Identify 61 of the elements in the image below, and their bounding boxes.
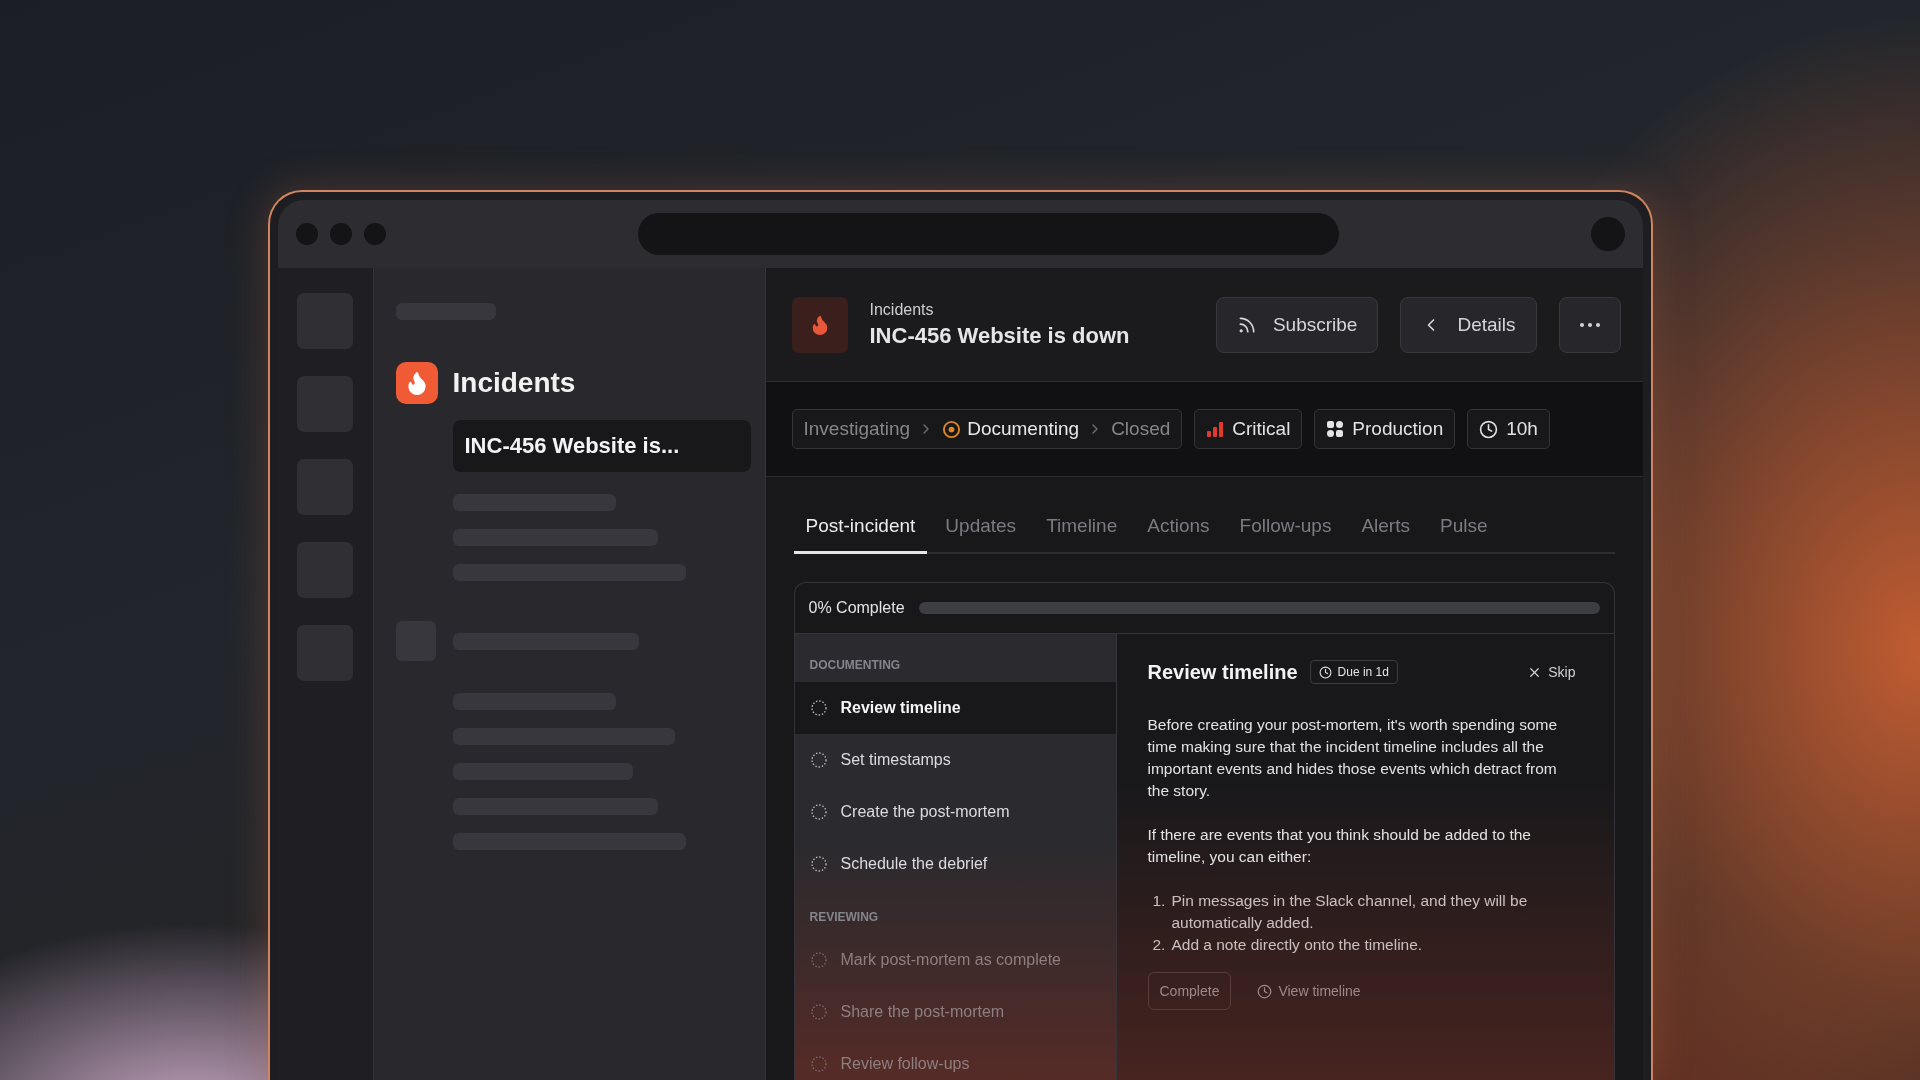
window-dot[interactable] <box>363 223 386 245</box>
stage-label: Investigating <box>803 418 911 440</box>
tab[interactable]: Updates <box>933 505 1029 554</box>
dotted-circle-icon <box>810 1056 827 1072</box>
stage-label: Documenting <box>942 418 1080 440</box>
flame-logo <box>395 362 438 404</box>
task-description: Before creating your post-mortem, it's worth spending some time making sure that the incident timeline includes all the important events and hides those events which detract from the story. <box>1147 715 1559 801</box>
breadcrumb[interactable]: Incidents <box>869 300 1194 319</box>
group-heading: DOCUMENTING <box>808 658 902 674</box>
checklist-item[interactable]: Create the post-mortem <box>794 786 1116 838</box>
clock-icon <box>1257 983 1273 999</box>
complete-button[interactable]: Complete <box>1147 972 1232 1010</box>
checklist-item[interactable]: Set timestamps <box>794 734 1116 786</box>
step-number: 2. <box>1152 935 1166 955</box>
progress-label: 0% Complete <box>808 599 905 617</box>
sidebar-item[interactable]: INC-456 Website is... <box>452 420 751 472</box>
duration-chip[interactable]: 10h <box>1467 409 1550 449</box>
tab[interactable]: Pulse <box>1428 505 1500 554</box>
sidebar-title: Incidents <box>452 367 576 399</box>
clock-icon <box>1479 419 1499 439</box>
stage-label: Closed <box>1111 418 1171 440</box>
profile-dot[interactable] <box>1590 217 1625 251</box>
task-title: Review timeline <box>1147 660 1298 684</box>
environment-chip[interactable]: Production <box>1314 409 1456 449</box>
clock-icon <box>1318 665 1332 679</box>
step-text: Pin messages in the Slack channel, and they will be automatically added. <box>1171 891 1529 933</box>
window-dot[interactable] <box>295 223 318 245</box>
checklist-item[interactable]: Review timeline <box>794 682 1116 734</box>
tab[interactable]: Timeline <box>1034 505 1130 554</box>
group-heading: REVIEWING <box>808 910 880 926</box>
task-description: If there are events that you think should be added to the timeline, you can either: <box>1147 825 1532 867</box>
more-icon <box>1579 322 1600 327</box>
tab[interactable]: Actions <box>1135 505 1222 554</box>
tab[interactable]: Post-incident <box>793 505 928 554</box>
grid-icon <box>1326 420 1345 438</box>
skip-button[interactable]: Skip <box>1521 663 1582 681</box>
details-button[interactable]: Details <box>1400 296 1537 353</box>
step-number: 1. <box>1152 891 1166 911</box>
due-badge: Due in 1d <box>1309 660 1398 684</box>
dotted-circle-icon <box>810 752 827 768</box>
dotted-circle-icon <box>810 700 827 716</box>
incident-title: INC-456 Website is down <box>869 322 1131 349</box>
checklist-item[interactable]: Mark post-mortem as complete <box>794 934 1116 986</box>
tab[interactable]: Alerts <box>1349 505 1422 554</box>
step-text: Add a note directly onto the timeline. <box>1171 935 1423 955</box>
dotted-circle-icon <box>810 952 827 968</box>
dotted-circle-icon <box>810 1004 827 1020</box>
more-button[interactable] <box>1558 296 1621 353</box>
signal-bars-icon <box>1206 420 1225 438</box>
dotted-circle-icon <box>810 804 827 820</box>
target-icon <box>942 419 962 439</box>
flame-icon <box>791 296 848 353</box>
severity-chip[interactable]: Critical <box>1194 409 1303 449</box>
subscribe-button[interactable]: Subscribe <box>1215 296 1379 353</box>
tab[interactable]: Follow-ups <box>1227 505 1344 554</box>
dotted-circle-icon <box>810 856 827 872</box>
stage-chip[interactable]: Investigating Documenting Closed <box>791 409 1183 449</box>
view-timeline-link[interactable]: View timeline <box>1257 983 1361 999</box>
checklist-item[interactable]: Schedule the debrief <box>794 838 1116 890</box>
window-dot[interactable] <box>329 223 352 245</box>
address-bar[interactable] <box>637 213 1339 255</box>
